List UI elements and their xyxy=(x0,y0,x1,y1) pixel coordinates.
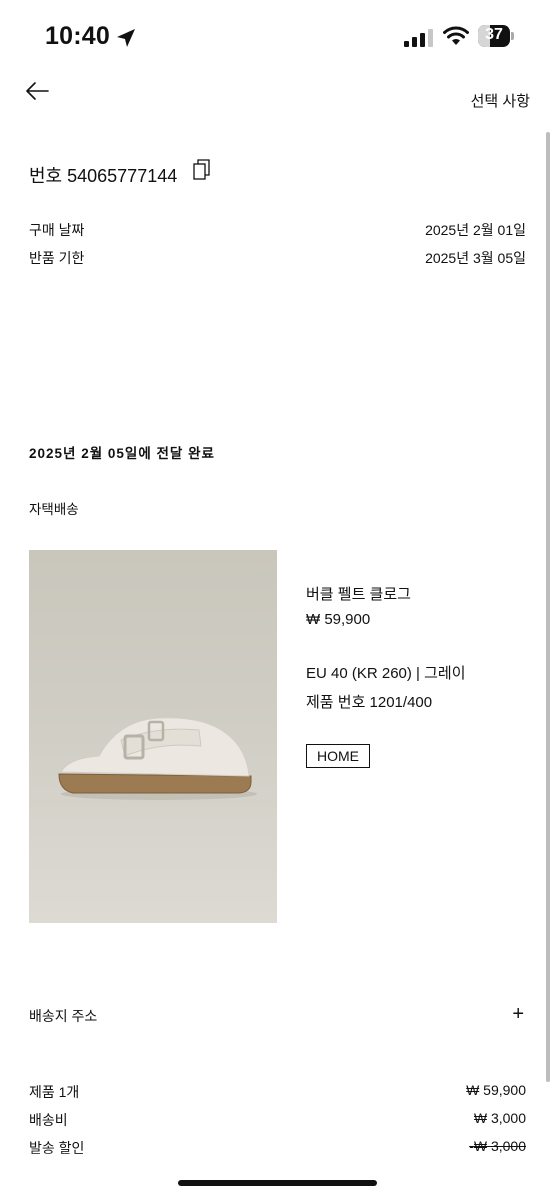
product-tag-home: HOME xyxy=(306,744,370,768)
product-name[interactable]: 버클 펠트 클로그 xyxy=(306,583,411,604)
return-deadline-label: 반품 기한 xyxy=(29,250,85,266)
summary-shipping-value: ₩ 3,000 xyxy=(473,1110,526,1126)
summary-shipping-label: 배송비 xyxy=(29,1112,68,1128)
product-image[interactable] xyxy=(29,550,277,923)
shipping-address-label[interactable]: 배송지 주소 xyxy=(29,1006,97,1026)
status-time: 10:40 xyxy=(45,22,110,50)
battery-level: 37 xyxy=(485,26,503,43)
clog-illustration xyxy=(58,717,257,800)
wifi-icon xyxy=(443,26,469,45)
battery-icon: 37 xyxy=(478,25,516,47)
delivery-status: 2025년 2월 05일에 전달 완료 xyxy=(29,446,215,461)
back-arrow-icon[interactable] xyxy=(24,80,50,102)
bottom-fade xyxy=(0,1150,555,1200)
home-indicator[interactable] xyxy=(178,1180,377,1186)
copy-icon[interactable] xyxy=(193,159,211,181)
summary-items-value: ₩ 59,900 xyxy=(466,1082,526,1098)
product-reference: 제품 번호 1201/400 xyxy=(306,694,433,711)
product-price: ₩ 59,900 xyxy=(306,611,371,628)
purchase-date-value: 2025년 2월 01일 xyxy=(425,222,526,238)
cellular-signal-icon xyxy=(404,29,433,47)
shipping-method: 자택배송 xyxy=(29,502,79,517)
product-size-color: EU 40 (KR 260) | 그레이 xyxy=(306,665,466,682)
location-arrow-icon xyxy=(117,29,135,47)
return-deadline-value: 2025년 3월 05일 xyxy=(425,250,526,266)
scrollbar[interactable] xyxy=(546,132,550,1082)
purchase-date-label: 구매 날짜 xyxy=(29,222,85,238)
summary-items-label: 제품 1개 xyxy=(29,1084,80,1100)
options-button[interactable]: 선택 사항 xyxy=(471,90,530,111)
order-number: 번호 54065777144 xyxy=(29,166,178,186)
plus-icon[interactable]: + xyxy=(512,1004,524,1024)
